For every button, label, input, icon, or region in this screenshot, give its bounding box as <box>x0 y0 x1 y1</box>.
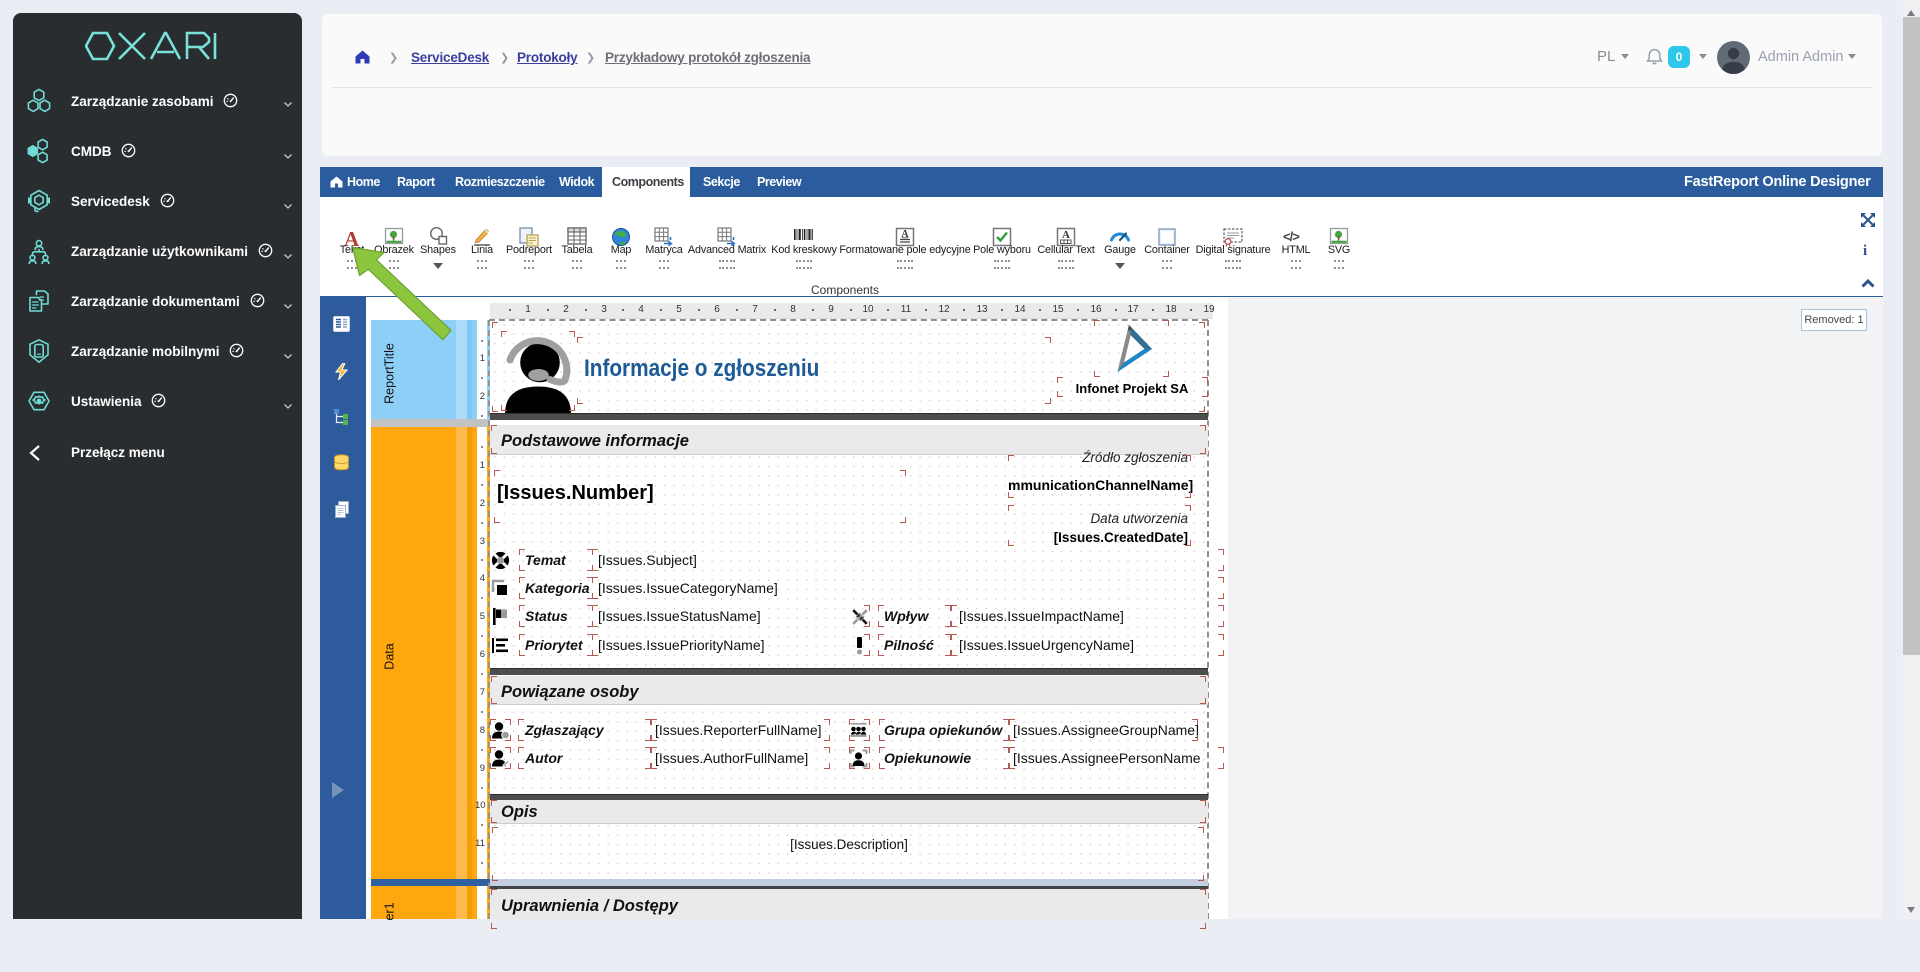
svg-text:A: A <box>1062 229 1070 241</box>
svg-text:A: A <box>901 229 909 240</box>
